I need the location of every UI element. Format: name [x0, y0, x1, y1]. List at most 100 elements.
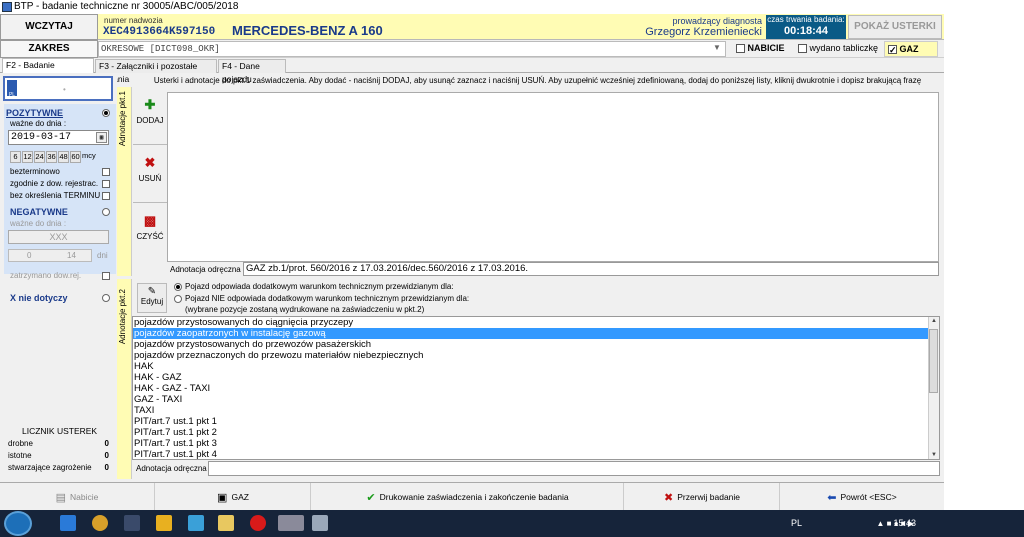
pkt2-handwritten-label: Adnotacja odręczna [136, 464, 207, 473]
tab-vehicle-data[interactable]: F4 - Dane pojazdu [218, 59, 286, 84]
list-item[interactable]: HAK - GAZ [133, 372, 939, 383]
show-defects-button[interactable]: POKAŻ USTERKI [848, 15, 942, 39]
list-item[interactable]: pojazdów przystosowanych do ciągnięcia p… [133, 317, 939, 328]
months-48-button[interactable]: 48 [58, 151, 69, 163]
not-applicable-radio[interactable] [102, 294, 110, 302]
annotations-pkt1-strip: Adnotacje pkt.1 [117, 87, 132, 276]
pkt1-defects-list[interactable] [167, 92, 939, 262]
gas-checkbox[interactable]: GAZ [884, 41, 938, 57]
tab-basic[interactable]: F2 - Badanie podstawowe [2, 58, 94, 83]
flag-icon: PL [7, 80, 17, 98]
media-icon[interactable] [156, 515, 172, 531]
option-registration-checkbox[interactable] [102, 180, 110, 188]
x-icon: ✖ [144, 155, 156, 170]
nabicie-button[interactable]: ▤ Nabicie [0, 483, 155, 511]
add-label: DODAJ [136, 116, 164, 125]
abort-button[interactable]: ✖ Przerwij badanie [625, 483, 780, 511]
chrome-icon[interactable] [92, 515, 108, 531]
app-icon-3[interactable] [312, 515, 328, 531]
not-conforms-radio[interactable] [174, 294, 182, 303]
load-vehicle-button[interactable]: WCZYTAJ POJAZD... [0, 14, 98, 56]
scroll-down-icon[interactable]: ▼ [931, 452, 937, 458]
negative-title[interactable]: NEGATYWNE [10, 207, 68, 217]
folder-icon[interactable] [218, 515, 234, 531]
screen: BTP - badanie techniczne nr 30005/ABC/00… [0, 0, 1024, 537]
edit-label: Edytuj [140, 297, 164, 306]
country-selector[interactable]: PL • [3, 76, 113, 101]
gas-button[interactable]: ▣ GAZ [156, 483, 311, 511]
edit-button[interactable]: ✎ Edytuj [137, 283, 167, 313]
pkt2-conditions-list[interactable]: pojazdów przystosowanych do ciągnięcia p… [132, 316, 940, 460]
bottom-toolbar: ▤ Nabicie ▣ GAZ ✔ Drukowanie zaświadczenia … [0, 482, 944, 511]
negative-radio[interactable] [102, 208, 110, 216]
option-no-term-checkbox[interactable] [102, 192, 110, 200]
list-item[interactable]: PIT/art.7 ust.1 pkt 4 [133, 449, 939, 459]
not-conforms-option[interactable]: Pojazd NIE odpowiada dodatkowym warunkom… [174, 294, 469, 303]
list-item[interactable]: GAZ - TAXI [133, 394, 939, 405]
pkt1-handwritten-field[interactable]: GAZ zb.1/prot. 560/2016 z 17.03.2016/dec… [243, 262, 939, 276]
retained-checkbox[interactable] [102, 272, 110, 280]
months-6-button[interactable]: 6 [10, 151, 21, 163]
defect-counter-title: LICZNIK USTEREK [22, 426, 98, 436]
valid-date-field[interactable]: 2019-03-17 ▦ [8, 130, 109, 145]
language-indicator[interactable]: PL [791, 510, 802, 537]
pkt2-handwritten-field[interactable] [208, 461, 940, 476]
country-mark: • [63, 85, 66, 94]
tab-attachments[interactable]: F3 - Załączniki i pozostałe badania [95, 59, 217, 84]
list-item[interactable]: PIT/art.7 ust.1 pkt 3 [133, 438, 939, 449]
list-item[interactable]: HAK - GAZ - TAXI [133, 383, 939, 394]
counter-major: istotne 0 [8, 451, 109, 460]
clock[interactable]: 15:43 [893, 510, 916, 537]
list-item[interactable]: HAK [133, 361, 939, 372]
plate-issued-checkbox[interactable]: wydano tabliczkę [798, 43, 878, 54]
annotations-pkt2-label: Adnotacje pkt.2 [118, 289, 127, 345]
duration-box: czas trwania badania: 00:18:44 [766, 15, 846, 39]
scope-row: ZAKRES BADANIA... OKRESOWE [DICT098_OKR]… [0, 40, 944, 70]
negative-date-field: XXX [8, 230, 109, 244]
list-item[interactable]: PIT/art.7 ust.1 pkt 1 [133, 416, 939, 427]
calendar-icon[interactable]: ▦ [96, 132, 107, 143]
scroll-up-icon[interactable]: ▲ [931, 318, 937, 324]
chevron-down-icon[interactable]: ▼ [713, 43, 721, 52]
stamp-icon: ▤ [55, 491, 67, 504]
months-24-button[interactable]: 24 [34, 151, 45, 163]
clear-button[interactable]: ▩ CZYŚĆ [133, 203, 167, 261]
month-buttons: 6 12 24 36 48 60 mcy [10, 150, 96, 163]
vertical-scrollbar[interactable]: ▲ ▼ [928, 317, 939, 459]
pkt1-description: Usterki i adnotacje do pkt.1 zaświadczen… [153, 76, 922, 85]
valid-until-label: ważne do dnia : [10, 119, 67, 128]
months-60-button[interactable]: 60 [70, 151, 81, 163]
btp-app-icon[interactable] [278, 515, 304, 531]
scope-select[interactable]: OKRESOWE [DICT098_OKR] [98, 41, 726, 57]
list-item[interactable]: pojazdów przystosowanych do przewozów pa… [133, 339, 939, 350]
start-button[interactable] [4, 511, 32, 536]
opera-icon[interactable] [250, 515, 266, 531]
list-item[interactable]: pojazdów zaopatrzonych w instalację gazo… [133, 328, 939, 339]
nabicie-checkbox[interactable]: NABICIE [736, 43, 785, 54]
vehicle-model: MERCEDES-BENZ A 160 [232, 23, 383, 38]
option-indefinite-checkbox[interactable] [102, 168, 110, 176]
positive-title[interactable]: POZYTYWNE [6, 108, 63, 118]
app-icon [2, 2, 12, 12]
not-applicable-label[interactable]: X nie dotyczy [10, 293, 68, 303]
app-icon-1[interactable] [124, 515, 140, 531]
list-item[interactable]: TAXI [133, 405, 939, 416]
months-36-button[interactable]: 36 [46, 151, 57, 163]
back-button[interactable]: ⬅ Powrót <ESC> [781, 483, 943, 511]
app-icon-2[interactable] [188, 515, 204, 531]
ie-icon[interactable] [60, 515, 76, 531]
option-no-term-label: bez określenia TERMINU [10, 191, 101, 200]
conforms-option[interactable]: Pojazd odpowiada dodatkowym warunkom tec… [174, 282, 454, 291]
months-12-button[interactable]: 12 [22, 151, 33, 163]
conforms-radio[interactable] [174, 282, 182, 291]
print-finish-button[interactable]: ✔ Drukowanie zaświadczenia i zakończenie … [312, 483, 624, 511]
list-item[interactable]: pojazdów przeznaczonych do przewozu mate… [133, 350, 939, 361]
counter-label: istotne [8, 451, 32, 460]
positive-radio[interactable] [102, 109, 110, 117]
add-button[interactable]: ✚ DODAJ [133, 87, 167, 145]
scope-button[interactable]: ZAKRES BADANIA... [0, 40, 98, 70]
scroll-thumb[interactable] [929, 329, 938, 393]
list-item[interactable]: PIT/art.7 ust.1 pkt 2 [133, 427, 939, 438]
remove-button[interactable]: ✖ USUŃ [133, 145, 167, 203]
vin-label: numer nadwozia [104, 16, 163, 25]
